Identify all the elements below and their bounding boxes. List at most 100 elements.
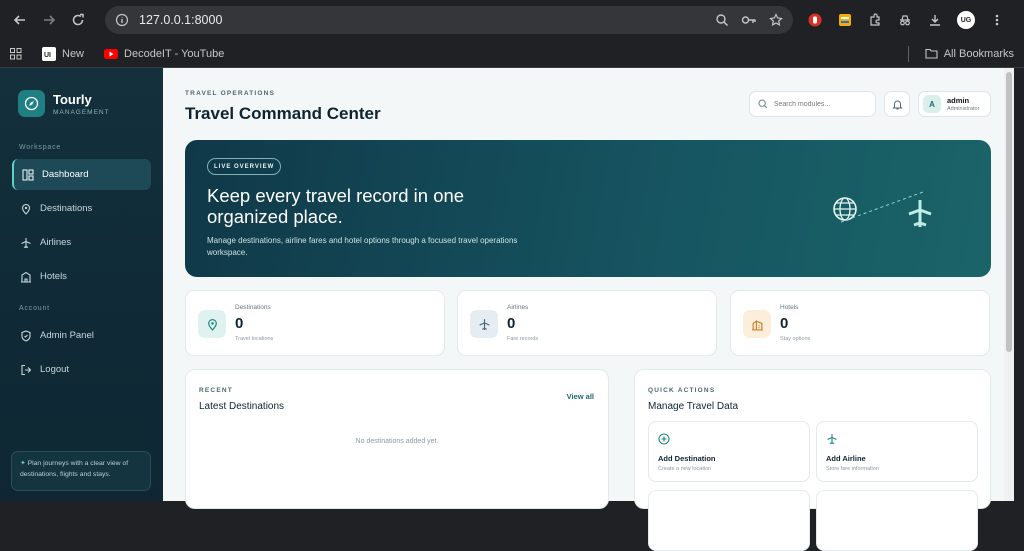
panel-eyebrow: QUICK ACTIONS	[648, 387, 716, 394]
sidebar-item-label: Dashboard	[42, 169, 89, 180]
stat-card-hotels[interactable]: Hotels 0 Stay options	[730, 290, 990, 356]
add-destination-button[interactable]: Add Destination Create a new location	[648, 421, 810, 482]
hero-banner: LIVE OVERVIEW Keep every travel record i…	[185, 140, 991, 277]
stat-label: Hotels	[780, 304, 799, 311]
apps-grid-button[interactable]	[10, 47, 22, 60]
sidebar-item-destinations[interactable]: Destinations	[12, 193, 151, 224]
incognito-spy-icon[interactable]	[897, 12, 913, 28]
stat-label: Airlines	[507, 304, 529, 311]
address-bar[interactable]: 127.0.0.1:8000	[105, 6, 793, 34]
stat-value: 0	[780, 315, 789, 332]
airplane-icon	[20, 237, 32, 249]
youtube-icon	[104, 48, 119, 59]
password-key-icon[interactable]	[741, 13, 757, 27]
quick-action-subtitle: Store fare information	[826, 466, 879, 472]
panel-title: Latest Destinations	[199, 401, 285, 412]
globe-icon	[833, 197, 857, 221]
hero-badge: LIVE OVERVIEW	[207, 158, 282, 175]
sidebar-item-airlines[interactable]: Airlines	[12, 227, 151, 258]
shield-icon	[20, 329, 32, 342]
quick-action-card-4[interactable]	[816, 490, 978, 551]
brand-subtitle: MANAGEMENT	[53, 108, 110, 116]
quick-action-title: Add Airline	[826, 454, 866, 463]
view-all-link[interactable]: View all	[567, 392, 594, 401]
user-name: admin	[947, 96, 970, 105]
stat-subtitle: Travel locations	[235, 336, 274, 342]
sidebar-item-label: Airlines	[40, 237, 72, 248]
forward-button[interactable]	[37, 8, 61, 32]
quick-action-card-3[interactable]	[648, 490, 810, 551]
download-icon[interactable]	[927, 12, 943, 28]
stat-value: 0	[235, 315, 244, 332]
back-button[interactable]	[8, 8, 32, 32]
hotel-building-icon	[743, 310, 771, 338]
sidebar-item-hotels[interactable]: Hotels	[12, 261, 151, 292]
sidebar-item-label: Hotels	[40, 271, 67, 282]
reload-button[interactable]	[66, 8, 90, 32]
stat-card-destinations[interactable]: Destinations 0 Travel locations	[185, 290, 445, 356]
workspace-section-label: Workspace	[19, 144, 62, 151]
bell-icon	[891, 100, 903, 109]
search-box[interactable]	[749, 91, 876, 117]
dashboard-icon	[22, 168, 34, 181]
hero-title: Keep every travel record in one organize…	[207, 185, 465, 227]
bookmark-decodeit[interactable]: DecodeIT - YouTube	[104, 48, 224, 60]
sidebar-item-logout[interactable]: Logout	[12, 354, 151, 385]
quick-action-subtitle: Create a new location	[658, 466, 712, 472]
bookmark-favicon-icon: UI	[42, 46, 56, 61]
extension-red-hand-icon[interactable]	[807, 12, 823, 28]
url-text[interactable]: 127.0.0.1:8000	[139, 13, 715, 27]
sidebar-item-dashboard[interactable]: Dashboard	[12, 159, 151, 190]
brand[interactable]: Tourly MANAGEMENT	[0, 68, 163, 117]
extension-yellow-icon[interactable]	[837, 12, 853, 28]
recent-destinations-panel: RECENT Latest Destinations View all No d…	[185, 369, 609, 509]
extensions-puzzle-icon[interactable]	[867, 12, 883, 28]
sidebar-item-admin-panel[interactable]: Admin Panel	[12, 320, 151, 351]
profile-avatar[interactable]: UG	[957, 11, 975, 29]
app-window: Tourly MANAGEMENT Workspace Dashboard De…	[0, 68, 1024, 551]
add-airline-button[interactable]: Add Airline Store fare information	[816, 421, 978, 482]
logout-icon	[20, 364, 32, 376]
reload-icon	[72, 13, 84, 26]
user-menu[interactable]: A admin Administrator	[918, 91, 991, 117]
bookmark-label: DecodeIT - YouTube	[124, 47, 225, 60]
page-scrollbar[interactable]	[1004, 68, 1014, 501]
menu-kebab-icon[interactable]	[989, 12, 1005, 28]
sidebar: Tourly MANAGEMENT Workspace Dashboard De…	[0, 68, 163, 501]
map-pin-icon	[198, 310, 226, 338]
arrow-left-icon	[13, 15, 25, 25]
zoom-icon[interactable]	[715, 13, 729, 27]
scrollbar-thumb[interactable]	[1006, 72, 1012, 352]
bookmarks-bar: UI New DecodeIT - YouTube All Bookmarks	[0, 40, 1024, 68]
page-eyebrow: TRAVEL OPERATIONS	[185, 90, 276, 97]
quick-actions-panel: QUICK ACTIONS Manage Travel Data Add Des…	[634, 369, 991, 551]
svg-text:UI: UI	[44, 52, 51, 59]
all-bookmarks-button[interactable]: All Bookmarks	[907, 45, 1014, 62]
apps-grid-icon	[10, 47, 22, 59]
site-info-icon[interactable]	[115, 13, 129, 27]
sidebar-tip-text: Plan journeys with a clear view of desti…	[20, 460, 129, 478]
sidebar-tip-card: ✦ Plan journeys with a clear view of des…	[11, 451, 151, 491]
notifications-button[interactable]	[884, 91, 910, 117]
quick-action-title: Add Destination	[658, 454, 716, 463]
account-section-label: Account	[19, 305, 50, 312]
plus-circle-icon	[658, 433, 670, 445]
main-content: TRAVEL OPERATIONS Travel Command Center …	[163, 68, 1014, 551]
bookmarks-divider	[907, 45, 909, 62]
star-icon[interactable]	[769, 13, 783, 27]
stat-label: Destinations	[235, 304, 271, 311]
sparkle-icon: ✦	[20, 460, 28, 467]
sidebar-item-label: Logout	[40, 364, 70, 375]
stat-subtitle: Fare records	[507, 336, 539, 342]
panel-eyebrow: RECENT	[199, 387, 233, 394]
bookmark-new[interactable]: UI New	[42, 46, 85, 61]
airplane-icon	[826, 433, 838, 445]
search-input[interactable]	[773, 100, 867, 108]
map-pin-icon	[20, 203, 32, 215]
brand-name: Tourly	[53, 91, 92, 107]
arrow-right-icon	[44, 15, 56, 25]
hero-description: Manage destinations, airline fares and h…	[207, 236, 518, 257]
bookmark-label: New	[62, 47, 85, 60]
empty-state-text: No destinations added yet.	[355, 438, 439, 445]
stat-card-airlines[interactable]: Airlines 0 Fare records	[457, 290, 717, 356]
